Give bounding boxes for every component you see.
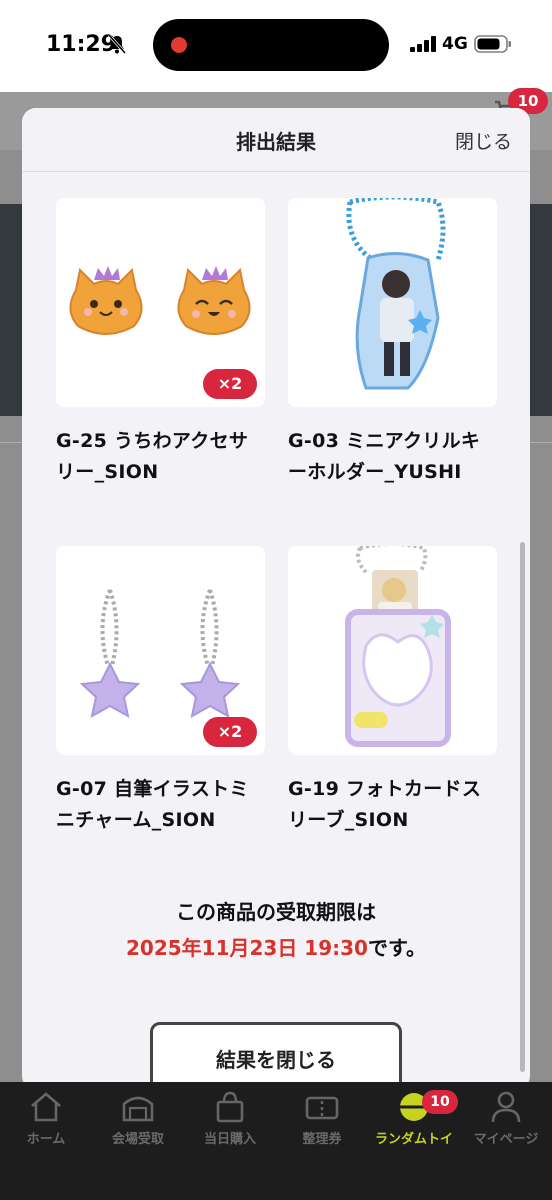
nav-same-day[interactable]: 当日購入 (184, 1090, 276, 1160)
venue-icon (122, 1096, 154, 1122)
recording-dot-icon (171, 37, 187, 53)
nav-label: 整理券 (302, 1132, 342, 1147)
star-charm-image: ×2 (56, 546, 265, 755)
photocard-sleeve-image (288, 546, 497, 755)
signal-icon (410, 36, 436, 52)
item-name: G-07 自筆イラストミニチャーム_SION (56, 778, 249, 831)
deadline-suffix: です。 (367, 936, 426, 960)
acrylic-keychain-image (288, 198, 497, 407)
nav-badge: 10 (422, 1090, 458, 1114)
home-icon (31, 1092, 61, 1122)
bottom-nav: ホーム 会場受取 当日購入 整理券 ランダムトイ 10 マイページ (0, 1082, 552, 1200)
close-link[interactable]: 閉じる (455, 127, 512, 154)
network-type: 4G (442, 34, 468, 54)
deadline-text: この商品の受取期限は (176, 900, 376, 924)
nav-label: ホーム (26, 1132, 66, 1147)
nav-mypage[interactable]: マイページ (460, 1090, 552, 1160)
battery-icon (474, 35, 511, 53)
scrollbar[interactable] (520, 542, 525, 1072)
modal-title: 排出結果 (236, 130, 316, 154)
close-result-button[interactable]: 結果を閉じる (150, 1022, 402, 1090)
nav-label: 会場受取 (111, 1132, 164, 1147)
result-modal: 排出結果 閉じる ×2 G-25 うちわアクセサリー_SION G-03 ミニア… (22, 108, 530, 1090)
item-name: G-03 ミニアクリルキーホルダー_YUSHI (288, 430, 481, 483)
status-time: 11:29 (46, 32, 117, 57)
nav-label: 当日購入 (203, 1132, 256, 1147)
nav-ticket[interactable]: 整理券 (276, 1090, 368, 1160)
nav-home[interactable]: ホーム (0, 1090, 92, 1160)
nav-label: マイページ (473, 1132, 539, 1147)
shopping-bag-icon (216, 1091, 244, 1123)
kitten-fan-charm-image: ×2 (56, 198, 265, 407)
person-icon (491, 1091, 521, 1123)
status-bar: 11:29 4G (0, 0, 552, 92)
dynamic-island (153, 19, 389, 71)
nav-label: ランダムトイ (374, 1132, 453, 1147)
deadline-line: 2025年11月23日 19:30です。 (22, 930, 530, 966)
deadline-notice: この商品の受取期限は 2025年11月23日 19:30です。 (22, 894, 530, 966)
quantity-badge: ×2 (203, 369, 257, 399)
deadline-date: 2025年11月23日 19:30 (126, 936, 368, 960)
quantity-badge: ×2 (203, 717, 257, 747)
bell-muted-icon (108, 34, 126, 54)
ticket-icon (305, 1096, 339, 1120)
item-name: G-25 うちわアクセサリー_SION (56, 430, 249, 483)
nav-venue[interactable]: 会場受取 (92, 1090, 184, 1160)
modal-header: 排出結果 閉じる (22, 108, 530, 172)
item-name: G-19 フォトカードスリーブ_SION (288, 778, 482, 831)
